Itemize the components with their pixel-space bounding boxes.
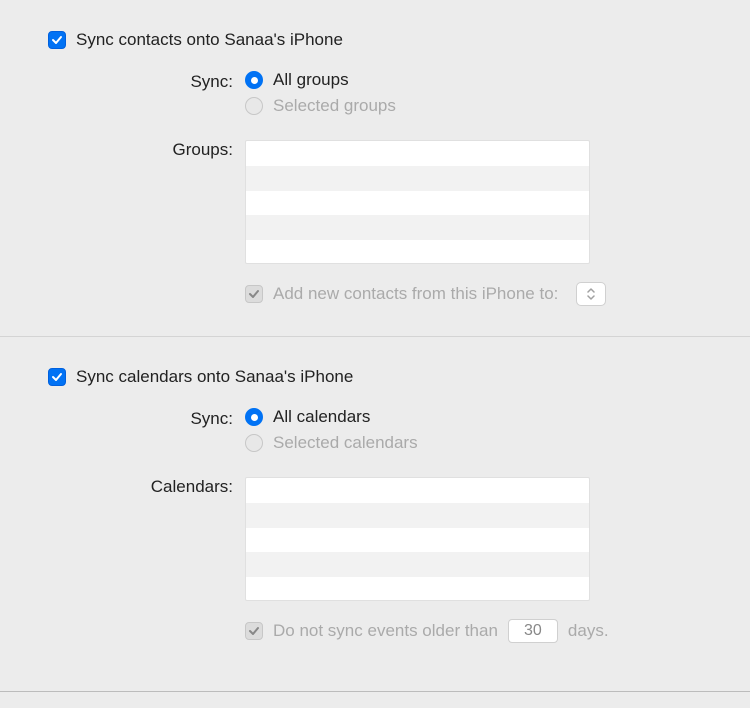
do-not-sync-checkbox xyxy=(245,622,263,640)
groups-content xyxy=(245,138,710,264)
radio-all-groups[interactable] xyxy=(245,71,263,89)
add-new-contacts-checkbox xyxy=(245,285,263,303)
radio-all-calendars-label: All calendars xyxy=(273,407,370,427)
list-item xyxy=(246,552,589,577)
list-item xyxy=(246,191,589,216)
radio-all-calendars[interactable] xyxy=(245,408,263,426)
contacts-selected-groups-option[interactable]: Selected groups xyxy=(245,96,710,116)
list-item xyxy=(246,528,589,553)
days-value: 30 xyxy=(524,622,542,640)
checkmark-icon xyxy=(51,34,63,46)
sync-contacts-label: Sync contacts onto Sanaa's iPhone xyxy=(76,30,343,50)
section-divider xyxy=(0,336,750,337)
do-not-sync-row: Do not sync events older than 30 days. xyxy=(40,619,710,643)
checkmark-icon xyxy=(248,288,260,300)
bottom-divider xyxy=(0,691,750,692)
calendars-header-row: Sync calendars onto Sanaa's iPhone xyxy=(40,367,710,387)
list-item xyxy=(246,503,589,528)
calendars-sync-label: Sync: xyxy=(40,407,245,429)
days-input: 30 xyxy=(508,619,558,643)
sync-calendars-checkbox[interactable] xyxy=(48,368,66,386)
up-down-chevron-icon xyxy=(586,287,596,301)
sync-contacts-checkbox[interactable] xyxy=(48,31,66,49)
do-not-sync-prefix: Do not sync events older than xyxy=(273,621,498,641)
calendars-listbox[interactable] xyxy=(245,477,590,601)
list-item xyxy=(246,240,589,264)
checkmark-icon xyxy=(51,371,63,383)
groups-label: Groups: xyxy=(40,138,245,160)
radio-all-groups-label: All groups xyxy=(273,70,349,90)
contacts-sync-options: All groups Selected groups xyxy=(245,70,710,122)
list-item xyxy=(246,577,589,601)
contacts-sync-row: Sync: All groups Selected groups xyxy=(40,70,710,122)
days-suffix: days. xyxy=(568,621,609,641)
list-item xyxy=(246,478,589,503)
contacts-header-row: Sync contacts onto Sanaa's iPhone xyxy=(40,30,710,50)
list-item xyxy=(246,215,589,240)
add-new-contacts-popup xyxy=(576,282,606,306)
contacts-all-groups-option[interactable]: All groups xyxy=(245,70,710,90)
radio-selected-calendars[interactable] xyxy=(245,434,263,452)
groups-listbox[interactable] xyxy=(245,140,590,264)
calendars-content xyxy=(245,475,710,601)
radio-selected-groups[interactable] xyxy=(245,97,263,115)
radio-selected-groups-label: Selected groups xyxy=(273,96,396,116)
add-new-contacts-label: Add new contacts from this iPhone to: xyxy=(273,284,558,304)
calendars-sync-row: Sync: All calendars Selected calendars xyxy=(40,407,710,459)
contacts-section: Sync contacts onto Sanaa's iPhone Sync: … xyxy=(40,30,710,336)
add-new-contacts-row: Add new contacts from this iPhone to: xyxy=(40,282,710,306)
calendars-all-option[interactable]: All calendars xyxy=(245,407,710,427)
radio-selected-calendars-label: Selected calendars xyxy=(273,433,418,453)
sync-calendars-label: Sync calendars onto Sanaa's iPhone xyxy=(76,367,353,387)
calendars-row: Calendars: xyxy=(40,475,710,601)
contacts-sync-label: Sync: xyxy=(40,70,245,92)
calendars-sync-options: All calendars Selected calendars xyxy=(245,407,710,459)
list-item xyxy=(246,141,589,166)
groups-row: Groups: xyxy=(40,138,710,264)
checkmark-icon xyxy=(248,625,260,637)
calendars-section: Sync calendars onto Sanaa's iPhone Sync:… xyxy=(40,367,710,673)
calendars-label: Calendars: xyxy=(40,475,245,497)
list-item xyxy=(246,166,589,191)
calendars-selected-option[interactable]: Selected calendars xyxy=(245,433,710,453)
